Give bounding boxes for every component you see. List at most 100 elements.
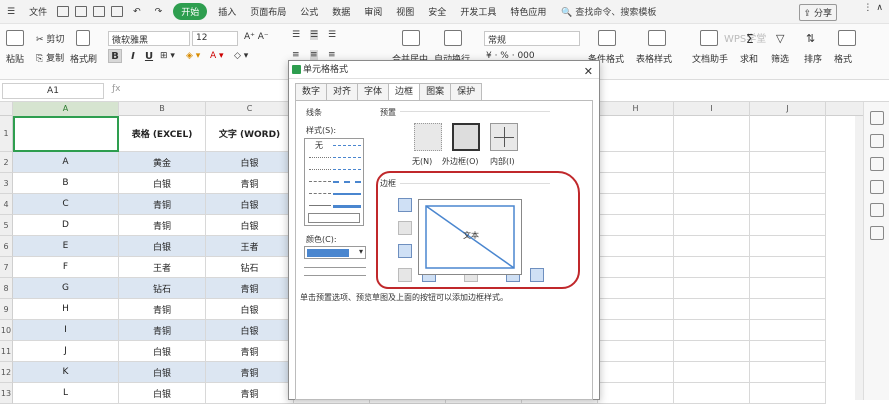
column-header-c[interactable]: C	[206, 102, 294, 116]
tab-alignment[interactable]: 对齐	[326, 83, 359, 100]
empty-cell[interactable]	[598, 383, 674, 404]
tab-pattern[interactable]: 图案	[419, 83, 452, 100]
cell-a[interactable]	[13, 116, 119, 152]
line-color-select[interactable]: ▾	[304, 246, 366, 259]
font-color-icon[interactable]: A ▾	[210, 51, 224, 61]
tab-number[interactable]: 数字	[295, 83, 328, 100]
tab-view[interactable]: 视图	[389, 5, 421, 18]
cell-b[interactable]: 钻石	[119, 278, 206, 299]
filter-icon[interactable]: ▽	[776, 32, 784, 45]
align-middle-icon[interactable]: ☰	[310, 30, 319, 40]
empty-cell[interactable]	[674, 278, 750, 299]
line-style-option[interactable]	[309, 181, 331, 182]
filter-button[interactable]: 筛选	[771, 52, 789, 65]
row-header[interactable]: 13	[0, 383, 13, 404]
empty-cell[interactable]	[750, 215, 826, 236]
tab-special[interactable]: 特色应用	[503, 5, 553, 18]
italic-button[interactable]: I	[126, 49, 140, 63]
cell-b[interactable]: 青铜	[119, 320, 206, 341]
empty-cell[interactable]	[750, 278, 826, 299]
font-grow-icon[interactable]: A⁺ A⁻	[244, 32, 269, 42]
cell-b[interactable]: 王者	[119, 257, 206, 278]
cell-b[interactable]: 白银	[119, 341, 206, 362]
row-header[interactable]: 4	[0, 194, 13, 215]
side-select-icon[interactable]	[869, 111, 884, 125]
cell-a[interactable]: H	[13, 299, 119, 320]
cell-b[interactable]: 白银	[119, 236, 206, 257]
row-header[interactable]: 5	[0, 215, 13, 236]
tab-protection[interactable]: 保护	[450, 83, 483, 100]
empty-cell[interactable]	[750, 341, 826, 362]
paste-icon[interactable]	[6, 30, 24, 46]
empty-cell[interactable]	[598, 215, 674, 236]
cell-b[interactable]: 白银	[119, 383, 206, 404]
style-none[interactable]: 无	[315, 140, 323, 151]
empty-cell[interactable]	[598, 116, 674, 152]
empty-cell[interactable]	[674, 299, 750, 320]
column-header-b[interactable]: B	[119, 102, 206, 116]
cell-a[interactable]: E	[13, 236, 119, 257]
empty-cell[interactable]	[674, 341, 750, 362]
line-style-selected[interactable]	[308, 213, 360, 223]
cell-a[interactable]: B	[13, 173, 119, 194]
cell-b[interactable]: 青铜	[119, 299, 206, 320]
cell-c[interactable]: 白银	[206, 299, 294, 320]
empty-cell[interactable]	[750, 320, 826, 341]
cell-c[interactable]: 钻石	[206, 257, 294, 278]
line-style-option[interactable]	[309, 193, 331, 194]
cell-a[interactable]: F	[13, 257, 119, 278]
empty-cell[interactable]	[750, 383, 826, 404]
empty-cell[interactable]	[598, 320, 674, 341]
tab-insert[interactable]: 插入	[211, 5, 243, 18]
menu-file[interactable]: 文件	[22, 5, 54, 18]
empty-cell[interactable]	[750, 236, 826, 257]
export-icon[interactable]	[75, 6, 88, 17]
empty-cell[interactable]	[674, 383, 750, 404]
format-icon[interactable]	[838, 30, 856, 46]
column-header-j[interactable]: J	[750, 102, 826, 116]
empty-cell[interactable]	[674, 320, 750, 341]
empty-cell[interactable]	[674, 236, 750, 257]
cell-c[interactable]: 青铜	[206, 173, 294, 194]
row-header[interactable]: 11	[0, 341, 13, 362]
save-icon[interactable]	[57, 6, 70, 17]
empty-cell[interactable]	[750, 362, 826, 383]
copy-button[interactable]: ⎘ 复制	[36, 51, 64, 64]
undo-icon[interactable]: ↶	[126, 7, 148, 17]
empty-cell[interactable]	[598, 152, 674, 173]
table-style-icon[interactable]	[648, 30, 666, 46]
align-left-icon[interactable]: ≡	[292, 50, 300, 60]
empty-cell[interactable]	[750, 152, 826, 173]
cell-a[interactable]: G	[13, 278, 119, 299]
empty-cell[interactable]	[750, 173, 826, 194]
cell-b[interactable]: 青铜	[119, 194, 206, 215]
cond-format-icon[interactable]	[598, 30, 616, 46]
line-style-option[interactable]	[333, 205, 361, 208]
cell-a[interactable]: J	[13, 341, 119, 362]
cell-b[interactable]: 黄金	[119, 152, 206, 173]
collapse-icon[interactable]: ∧	[876, 3, 883, 13]
paste-label[interactable]: 粘贴	[6, 52, 24, 65]
empty-cell[interactable]	[674, 194, 750, 215]
line-style-option[interactable]	[309, 169, 331, 170]
table-style-button[interactable]: 表格样式	[636, 52, 672, 65]
empty-cell[interactable]	[598, 299, 674, 320]
brush-icon[interactable]	[76, 30, 90, 46]
cell-c[interactable]: 王者	[206, 236, 294, 257]
line-style-option[interactable]	[333, 145, 361, 146]
search-command[interactable]: 🔍 查找命令、搜索模板	[561, 5, 656, 18]
bold-button[interactable]: B	[108, 49, 122, 63]
align-top-icon[interactable]: ☰	[292, 30, 300, 40]
cell-c[interactable]: 白银	[206, 152, 294, 173]
wrap-icon[interactable]	[444, 30, 462, 46]
tab-border[interactable]: 边框	[388, 83, 421, 101]
tab-review[interactable]: 审阅	[357, 5, 389, 18]
empty-cell[interactable]	[598, 236, 674, 257]
empty-cell[interactable]	[674, 362, 750, 383]
cell-b[interactable]: 青铜	[119, 215, 206, 236]
align-bottom-icon[interactable]: ☰	[328, 30, 336, 40]
border-icon[interactable]: ⊞ ▾	[160, 51, 175, 61]
column-header-i[interactable]: I	[674, 102, 750, 116]
sum-button[interactable]: 求和	[740, 52, 758, 65]
empty-cell[interactable]	[598, 194, 674, 215]
